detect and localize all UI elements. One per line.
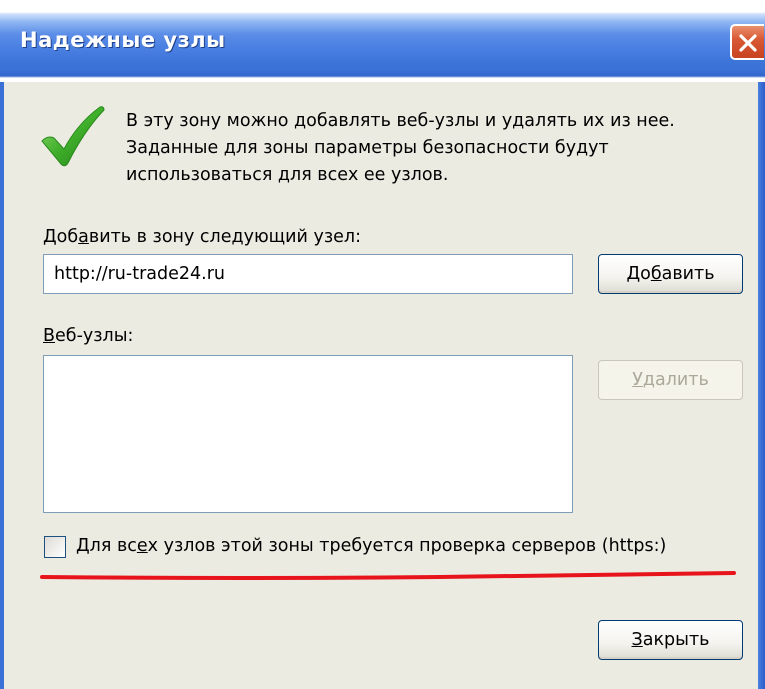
close-button[interactable]: Закрыть — [598, 620, 743, 660]
description-line: Заданные для зоны параметры безопасности… — [126, 138, 609, 158]
zone-description: В эту зону можно добавлять веб-узлы и уд… — [126, 108, 746, 189]
close-icon — [739, 34, 757, 52]
add-site-label: Добавить в зону следующий узел: — [43, 227, 361, 247]
checkmark-icon — [41, 106, 105, 167]
window-title: Надежные узлы — [20, 28, 226, 52]
remove-button[interactable]: Удалить — [598, 360, 743, 400]
websites-list[interactable] — [43, 355, 573, 513]
window-frame-right — [758, 82, 765, 689]
require-https-label[interactable]: Для всех узлов этой зоны требуется прове… — [76, 536, 666, 556]
description-line: использоваться для всех ее узлов. — [126, 165, 449, 185]
require-https-checkbox[interactable] — [44, 536, 66, 558]
window-frame-left — [0, 82, 4, 689]
close-window-button[interactable] — [730, 24, 764, 60]
description-line: В эту зону можно добавлять веб-узлы и уд… — [126, 111, 675, 131]
site-url-input[interactable] — [43, 254, 573, 294]
trusted-sites-dialog: Надежные узлы В эту зону можно добавлять… — [0, 0, 765, 689]
red-underline-annotation — [40, 571, 736, 580]
add-button[interactable]: Добавить — [598, 254, 743, 294]
title-bar[interactable]: Надежные узлы — [0, 0, 765, 82]
websites-label: Веб-узлы: — [43, 326, 134, 346]
